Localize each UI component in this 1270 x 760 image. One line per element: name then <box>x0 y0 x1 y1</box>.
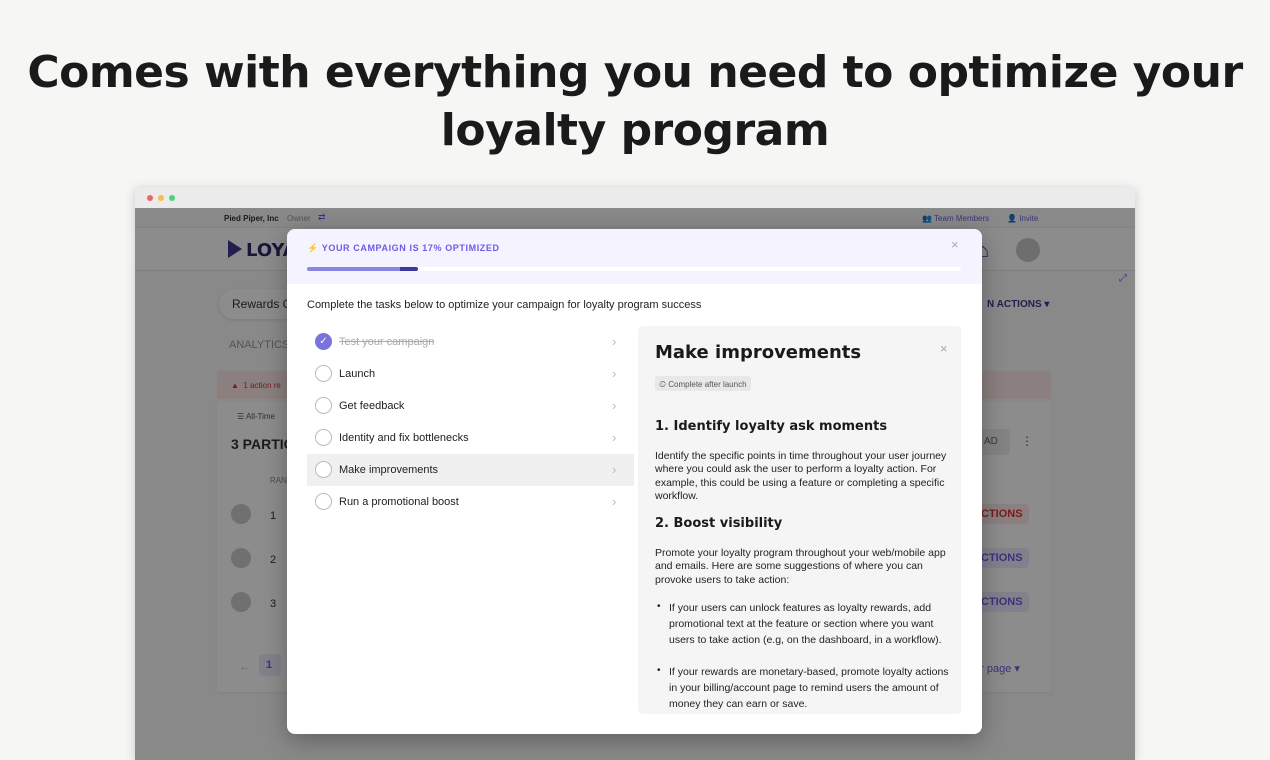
section-2-text: Promote your loyalty program throughout … <box>655 547 946 586</box>
circle-icon <box>315 429 332 446</box>
chevron-right-icon: › <box>612 494 617 509</box>
task-label: Identity and fix bottlenecks <box>339 432 469 444</box>
task-label: Launch <box>339 368 376 380</box>
suggestion-bullet: If your users can unlock features as loy… <box>669 602 942 647</box>
detail-title: Make improvements <box>655 342 862 363</box>
chevron-right-icon: › <box>612 334 617 349</box>
check-icon: ✓ <box>315 333 332 350</box>
suggestion-bullet: If your rewards are monetary-based, prom… <box>669 666 949 711</box>
optimization-status: ⚡ YOUR CAMPAIGN IS 17% OPTIMIZED <box>307 243 500 253</box>
modal-intro: Complete the tasks below to optimize you… <box>307 299 702 311</box>
task-item[interactable]: Run a promotional boost › <box>307 486 634 518</box>
chevron-right-icon: › <box>612 366 617 381</box>
chevron-right-icon: › <box>612 398 617 413</box>
section-1-text: Identify the specific points in time thr… <box>655 450 947 502</box>
circle-icon <box>315 397 332 414</box>
chevron-right-icon: › <box>612 462 617 477</box>
maximize-window-icon[interactable] <box>169 195 175 201</box>
task-item[interactable]: Get feedback › <box>307 390 634 422</box>
timing-badge-label: Complete after launch <box>668 380 747 389</box>
progress-track <box>307 267 961 271</box>
task-item[interactable]: Identity and fix bottlenecks › <box>307 422 634 454</box>
close-icon[interactable]: × <box>951 237 959 252</box>
circle-icon <box>315 365 332 382</box>
marketing-headline: Comes with everything you need to optimi… <box>27 47 1243 156</box>
bullet-icon: • <box>657 665 661 676</box>
window-titlebar <box>135 187 1135 208</box>
bullet-icon: • <box>657 601 661 612</box>
close-window-icon[interactable] <box>147 195 153 201</box>
optimization-modal: ⚡ YOUR CAMPAIGN IS 17% OPTIMIZED × Compl… <box>287 229 982 734</box>
task-label: Get feedback <box>339 400 405 412</box>
task-label: Test your campaign <box>339 336 435 348</box>
task-label: Run a promotional boost <box>339 496 459 508</box>
clock-icon: ⏲ <box>659 379 667 389</box>
section-1-title: 1. Identify loyalty ask moments <box>655 419 888 434</box>
circle-icon <box>315 493 332 510</box>
minimize-window-icon[interactable] <box>158 195 164 201</box>
task-item[interactable]: Launch › <box>307 358 634 390</box>
chevron-right-icon: › <box>612 430 617 445</box>
task-detail-panel: Make improvements × ⏲ Complete after lau… <box>638 326 961 714</box>
timing-badge: ⏲ Complete after launch <box>655 376 751 391</box>
circle-icon <box>315 461 332 478</box>
task-item[interactable]: Make improvements › <box>307 454 634 486</box>
task-item[interactable]: ✓ Test your campaign › <box>307 326 634 358</box>
modal-header: ⚡ YOUR CAMPAIGN IS 17% OPTIMIZED × <box>287 229 982 284</box>
section-2-title: 2. Boost visibility <box>655 516 783 531</box>
progress-fill <box>307 267 419 271</box>
task-label: Make improvements <box>339 464 439 476</box>
close-detail-icon[interactable]: × <box>940 341 948 356</box>
